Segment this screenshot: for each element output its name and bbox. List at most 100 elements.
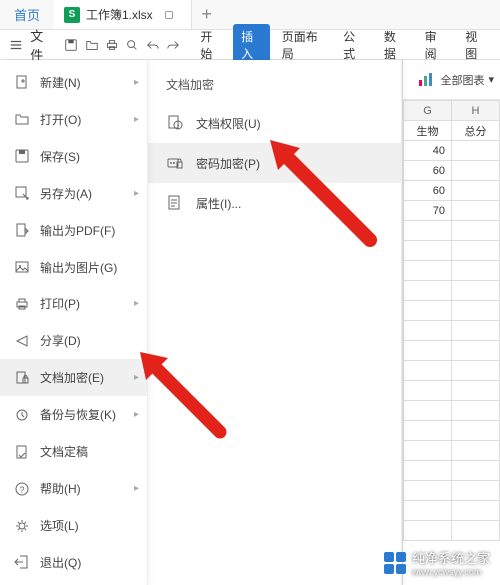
cell[interactable] xyxy=(404,341,452,361)
cell[interactable] xyxy=(452,241,500,261)
properties-icon xyxy=(166,194,184,212)
cell[interactable] xyxy=(452,281,500,301)
cell[interactable] xyxy=(404,281,452,301)
cell[interactable] xyxy=(404,501,452,521)
menu-print[interactable]: 打印(P) ▸ xyxy=(0,286,147,323)
backup-icon xyxy=(14,407,30,423)
menu-exit[interactable]: 退出(Q) xyxy=(0,544,147,581)
preview-icon[interactable] xyxy=(123,34,141,56)
tab-workbook[interactable]: S 工作簿1.xlsx xyxy=(54,0,192,29)
cell[interactable]: 70 xyxy=(404,201,452,221)
cell[interactable] xyxy=(404,261,452,281)
encrypt-submenu: 文档加密 文档权限(U) 密码加密(P) 属性(I)... xyxy=(148,60,402,585)
cell[interactable] xyxy=(452,161,500,181)
cell[interactable] xyxy=(404,521,452,541)
cell[interactable] xyxy=(404,381,452,401)
cell[interactable] xyxy=(452,221,500,241)
submenu-label: 文档权限(U) xyxy=(196,115,261,132)
submenu-label: 属性(I)... xyxy=(196,195,241,212)
share-icon xyxy=(14,333,30,349)
menu-label: 帮助(H) xyxy=(40,480,81,497)
unsaved-indicator-icon xyxy=(165,11,173,19)
chevron-right-icon: ▸ xyxy=(134,483,139,494)
workbook-name: 工作簿1.xlsx xyxy=(86,6,153,23)
cell[interactable] xyxy=(404,401,452,421)
watermark-logo-icon xyxy=(384,552,406,574)
menu-open[interactable]: 打开(O) ▸ xyxy=(0,101,147,138)
chevron-right-icon: ▸ xyxy=(134,188,139,199)
menu-encrypt[interactable]: 文档加密(E) ▸ xyxy=(0,359,147,396)
cell[interactable] xyxy=(452,401,500,421)
menu-help[interactable]: ? 帮助(H) ▸ xyxy=(0,470,147,507)
cell[interactable] xyxy=(452,501,500,521)
cell[interactable] xyxy=(452,521,500,541)
cell[interactable] xyxy=(452,441,500,461)
chevron-right-icon: ▸ xyxy=(134,372,139,383)
cell[interactable] xyxy=(452,301,500,321)
all-charts-button[interactable]: 全部图表 ▾ xyxy=(418,72,494,88)
menu-export-pdf[interactable]: 输出为PDF(F) xyxy=(0,212,147,249)
menu-new[interactable]: 新建(N) ▸ xyxy=(0,64,147,101)
cell[interactable] xyxy=(404,241,452,261)
cell[interactable]: 生物 xyxy=(404,121,452,141)
cell[interactable] xyxy=(452,381,500,401)
menu-finalize[interactable]: 文档定稿 xyxy=(0,433,147,470)
submenu-permissions[interactable]: 文档权限(U) xyxy=(148,103,401,143)
menu-backup[interactable]: 备份与恢复(K) ▸ xyxy=(0,396,147,433)
menu-save[interactable]: 保存(S) xyxy=(0,138,147,175)
cell[interactable] xyxy=(452,341,500,361)
save-icon[interactable] xyxy=(62,34,80,56)
cell[interactable] xyxy=(404,481,452,501)
file-menu-label[interactable]: 文件 xyxy=(28,26,60,64)
cell[interactable] xyxy=(404,461,452,481)
cell[interactable] xyxy=(404,421,452,441)
saveas-icon xyxy=(14,185,30,201)
save-icon xyxy=(14,148,30,164)
cell[interactable]: 总分 xyxy=(452,121,500,141)
col-header[interactable]: G xyxy=(404,101,452,121)
cell[interactable] xyxy=(404,361,452,381)
cell[interactable] xyxy=(404,221,452,241)
pdf-icon xyxy=(14,222,30,238)
cell[interactable]: 60 xyxy=(404,161,452,181)
new-icon xyxy=(14,74,30,90)
menu-label: 选项(L) xyxy=(40,517,79,534)
menu-saveas[interactable]: 另存为(A) ▸ xyxy=(0,175,147,212)
folder-icon[interactable] xyxy=(83,34,101,56)
chevron-down-icon: ▾ xyxy=(488,73,494,86)
col-header[interactable]: H xyxy=(452,101,500,121)
cell[interactable] xyxy=(452,321,500,341)
spreadsheet-area[interactable]: 全部图表 ▾ GH 生物总分 40 60 60 70 xyxy=(402,60,500,585)
submenu-password[interactable]: 密码加密(P) xyxy=(148,143,401,183)
cell[interactable] xyxy=(404,301,452,321)
cell[interactable] xyxy=(404,321,452,341)
cell[interactable] xyxy=(452,361,500,381)
cell[interactable]: 60 xyxy=(404,181,452,201)
menu-export-image[interactable]: 输出为图片(G) xyxy=(0,249,147,286)
print-icon[interactable] xyxy=(103,34,121,56)
cells-grid[interactable]: GH 生物总分 40 60 60 70 xyxy=(403,100,500,541)
print-icon xyxy=(14,296,30,312)
password-icon xyxy=(166,154,184,172)
cell[interactable] xyxy=(452,461,500,481)
chart-icon xyxy=(418,72,436,88)
menu-options[interactable]: 选项(L) xyxy=(0,507,147,544)
hamburger-icon[interactable] xyxy=(6,34,26,56)
chevron-right-icon: ▸ xyxy=(134,77,139,88)
cell[interactable] xyxy=(452,481,500,501)
menu-label: 打印(P) xyxy=(40,295,80,312)
file-menu: 新建(N) ▸ 打开(O) ▸ 保存(S) 另存为(A) ▸ 输出为PDF(F)… xyxy=(0,60,148,585)
submenu-properties[interactable]: 属性(I)... xyxy=(148,183,401,223)
cell[interactable] xyxy=(452,261,500,281)
cell[interactable] xyxy=(452,181,500,201)
cell[interactable]: 40 xyxy=(404,141,452,161)
cell[interactable] xyxy=(452,421,500,441)
redo-icon[interactable] xyxy=(164,34,182,56)
cell[interactable] xyxy=(452,201,500,221)
image-icon xyxy=(14,259,30,275)
menu-label: 另存为(A) xyxy=(40,185,92,202)
cell[interactable] xyxy=(404,441,452,461)
cell[interactable] xyxy=(452,141,500,161)
undo-icon[interactable] xyxy=(144,34,162,56)
menu-share[interactable]: 分享(D) xyxy=(0,322,147,359)
